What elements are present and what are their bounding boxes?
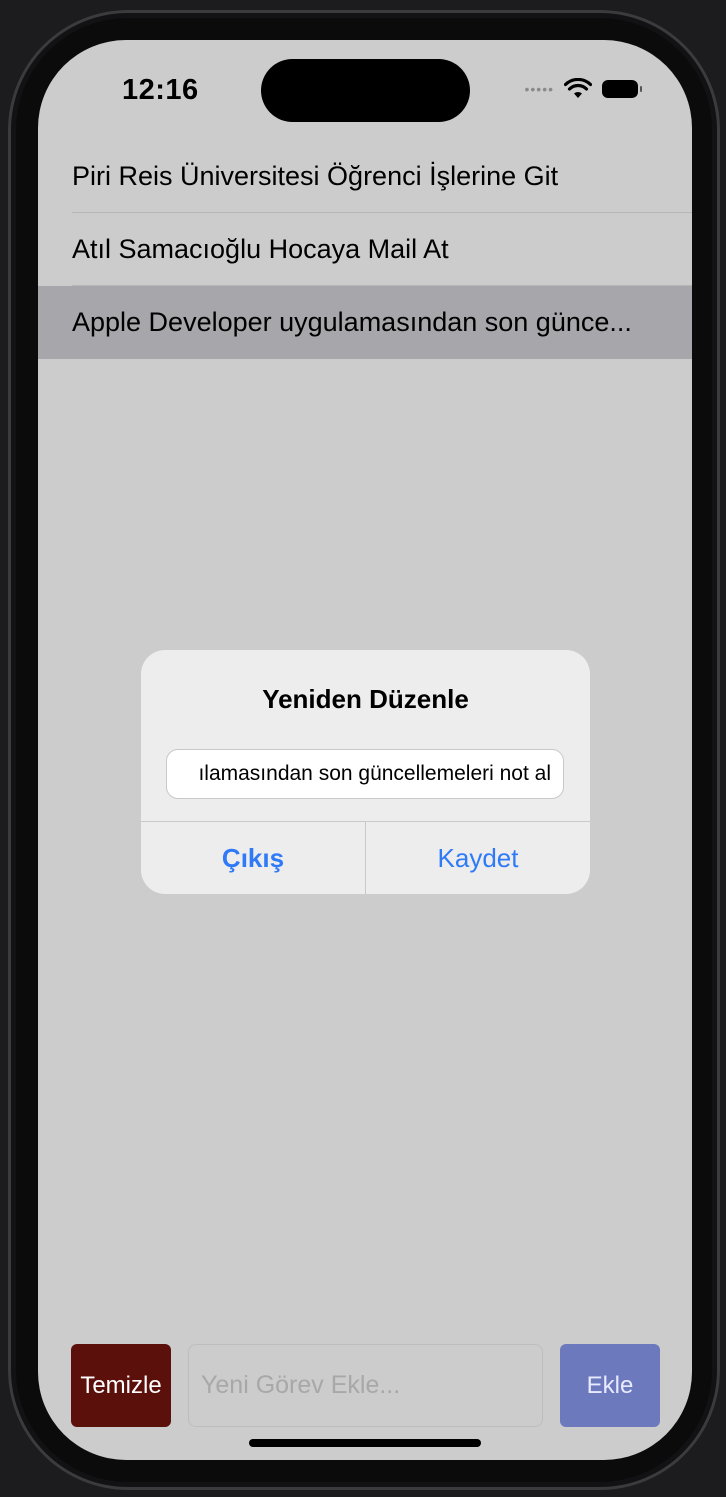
clear-button[interactable]: Temizle — [71, 1344, 171, 1427]
status-time: 12:16 — [122, 74, 199, 106]
dynamic-island — [261, 59, 470, 122]
task-list: Piri Reis Üniversitesi Öğrenci İşlerine … — [38, 140, 692, 359]
bottom-bar: Temizle Yeni Görev Ekle... Ekle — [38, 1344, 692, 1428]
edit-task-input-value: ılamasından son güncellemeleri not al — [198, 762, 551, 785]
task-label: Piri Reis Üniversitesi Öğrenci İşlerine … — [72, 161, 559, 191]
task-row[interactable]: Atıl Samacıoğlu Hocaya Mail At — [38, 213, 692, 286]
new-task-placeholder: Yeni Görev Ekle... — [201, 1371, 401, 1399]
edit-task-input[interactable]: ılamasından son güncellemeleri not al — [166, 749, 564, 799]
new-task-input[interactable]: Yeni Görev Ekle... — [188, 1344, 543, 1427]
task-row[interactable]: Piri Reis Üniversitesi Öğrenci İşlerine … — [38, 140, 692, 213]
add-button[interactable]: Ekle — [560, 1344, 660, 1427]
alert-title: Yeniden Düzenle — [262, 684, 469, 714]
edit-alert-dialog: Yeniden Düzenle ılamasından son güncelle… — [141, 650, 590, 894]
signal-dots-icon: ••••• — [524, 81, 554, 97]
save-button[interactable]: Kaydet — [366, 822, 590, 894]
home-indicator[interactable] — [249, 1439, 481, 1447]
task-row-selected[interactable]: Apple Developer uygulamasından son günce… — [38, 286, 692, 359]
status-icons: ••••• — [524, 78, 642, 100]
battery-icon — [602, 80, 642, 98]
cancel-button[interactable]: Çıkış — [141, 822, 365, 894]
app-screen: 12:16 ••••• Piri Reis Üniversitesi Öğren… — [38, 40, 692, 1460]
wifi-icon — [564, 78, 592, 98]
task-label: Apple Developer uygulamasından son günce… — [72, 307, 632, 337]
task-label: Atıl Samacıoğlu Hocaya Mail At — [72, 234, 449, 264]
